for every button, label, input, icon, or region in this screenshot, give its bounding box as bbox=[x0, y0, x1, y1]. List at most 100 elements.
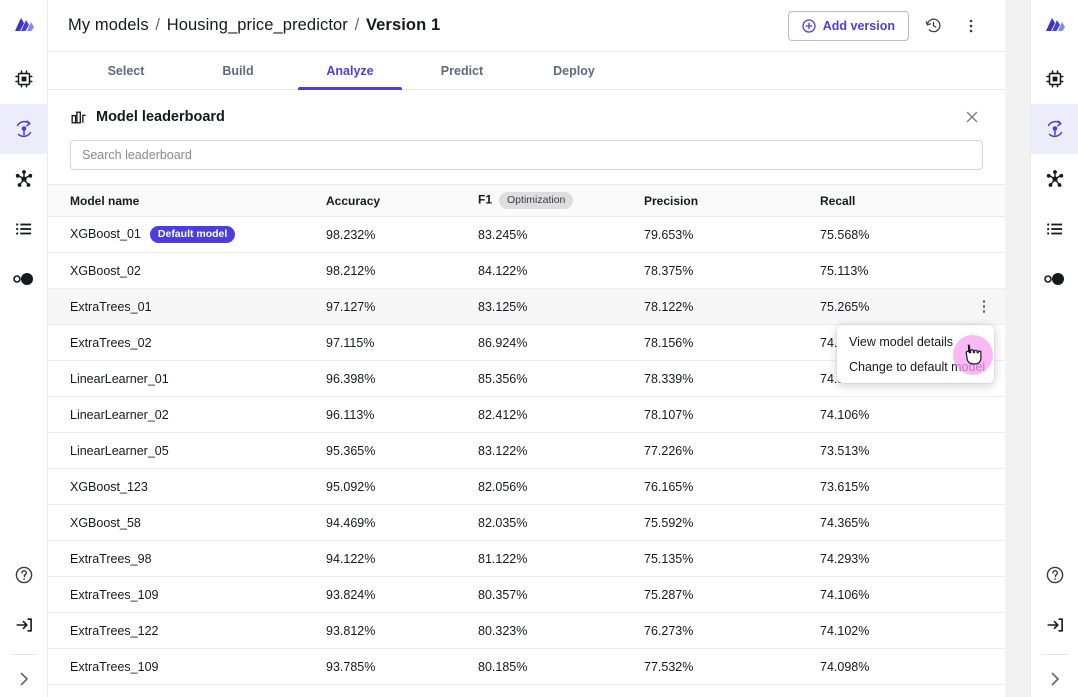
app-logo-icon[interactable] bbox=[1031, 0, 1078, 54]
chip-icon[interactable] bbox=[1031, 54, 1078, 104]
list-icon[interactable] bbox=[0, 204, 48, 254]
cell-model-name: LinearLearner_05 bbox=[48, 432, 326, 469]
chip-icon[interactable] bbox=[0, 54, 48, 104]
table-row[interactable]: ExtraTrees_109 93.785% 80.185% 77.532% 74.09… bbox=[48, 648, 1005, 685]
cell-f1: 86.924% bbox=[478, 324, 644, 361]
tab-build[interactable]: Build bbox=[182, 52, 294, 89]
plus-circle-icon bbox=[802, 18, 816, 33]
cell-model-name: ExtraTrees_98 bbox=[48, 540, 326, 577]
sidebar-item-experiments[interactable] bbox=[1030, 104, 1078, 154]
cell-precision: 76.165% bbox=[644, 468, 820, 505]
more-vertical-icon[interactable] bbox=[957, 12, 985, 40]
cell-precision: 78.339% bbox=[644, 360, 820, 397]
top-bar: My models / Housing_price_predictor / Ve… bbox=[48, 0, 1005, 52]
cell-f1: 83.245% bbox=[478, 216, 644, 253]
help-icon[interactable] bbox=[0, 550, 48, 600]
cell-model-name: LinearLearner_01 bbox=[48, 360, 326, 397]
column-header-precision[interactable]: Precision bbox=[644, 184, 820, 217]
table-row[interactable]: LinearLearner_02 96.113% 82.412% 78.107% 74.… bbox=[48, 396, 1005, 433]
table-row[interactable]: XGBoost_58 94.469% 82.035% 75.592% 74.365% bbox=[48, 504, 1005, 541]
model-name-label: XGBoost_58 bbox=[70, 515, 141, 530]
close-icon[interactable] bbox=[959, 104, 985, 130]
table-header: Model name Accuracy F1 Optimization Preci… bbox=[48, 184, 1005, 217]
cell-recall: 74.293% bbox=[820, 540, 1005, 577]
table-row[interactable]: LinearLearner_05 95.365% 83.122% 77.226% 73.… bbox=[48, 432, 1005, 469]
recall-value: 75.113% bbox=[820, 263, 869, 278]
model-name-label: LinearLearner_05 bbox=[70, 443, 169, 458]
cell-accuracy: 94.122% bbox=[326, 540, 478, 577]
breadcrumb-root[interactable]: My models bbox=[68, 16, 149, 34]
row-more-icon[interactable] bbox=[975, 297, 993, 317]
add-version-label: Add version bbox=[822, 18, 895, 33]
leaderboard-table-container[interactable]: Model name Accuracy F1 Optimization Preci… bbox=[48, 184, 1005, 697]
cell-precision: 78.156% bbox=[644, 324, 820, 361]
cell-precision: 78.122% bbox=[644, 288, 820, 325]
cell-accuracy: 97.127% bbox=[326, 288, 478, 325]
menu-item-change-to-default-model[interactable]: Change to default model bbox=[837, 354, 994, 379]
cell-model-name: ExtraTrees_02 bbox=[48, 324, 326, 361]
table-header-row: Model name Accuracy F1 Optimization Preci… bbox=[48, 184, 1005, 217]
model-name-label: ExtraTrees_109 bbox=[70, 659, 159, 674]
table-row[interactable]: ExtraTrees_98 94.122% 81.122% 75.135% 74.293… bbox=[48, 540, 1005, 577]
column-header-f1[interactable]: F1 Optimization bbox=[478, 184, 644, 217]
cell-model-name: ExtraTrees_109 bbox=[48, 576, 326, 613]
cell-recall: 74.106% bbox=[820, 396, 1005, 433]
right-sidebar-divider bbox=[1041, 654, 1068, 655]
cell-precision: 79.653% bbox=[644, 216, 820, 253]
breadcrumb-current: Version 1 bbox=[365, 16, 441, 34]
model-name-label: LinearLearner_02 bbox=[70, 407, 169, 422]
column-header-f1-label: F1 bbox=[478, 192, 493, 207]
recall-value: 74.106% bbox=[820, 407, 870, 422]
cell-model-name: LinearLearner_02 bbox=[48, 396, 326, 433]
table-row[interactable]: ExtraTrees_01 97.127% 83.125% 78.122% 75.265… bbox=[48, 288, 1005, 325]
network-icon[interactable] bbox=[0, 154, 48, 204]
cell-precision: 75.592% bbox=[644, 504, 820, 541]
search-input[interactable] bbox=[70, 140, 983, 170]
network-icon[interactable] bbox=[1031, 154, 1078, 204]
tab-analyze[interactable]: Analyze bbox=[294, 52, 406, 90]
table-row[interactable]: XGBoost_01 Default model 98.232% 83.245% 79.… bbox=[48, 216, 1005, 253]
cell-precision: 75.287% bbox=[644, 576, 820, 613]
expand-icon[interactable] bbox=[0, 661, 48, 697]
add-version-button[interactable]: Add version bbox=[787, 10, 909, 41]
toggle-icon[interactable] bbox=[0, 254, 48, 304]
recall-value: 74.365% bbox=[820, 515, 870, 530]
tab-predict[interactable]: Predict bbox=[406, 52, 518, 89]
list-icon[interactable] bbox=[1031, 204, 1078, 254]
center-column: My models / Housing_price_predictor / Ve… bbox=[48, 0, 1030, 697]
model-name-label: XGBoost_01 bbox=[70, 226, 141, 241]
breadcrumb-project[interactable]: Housing_price_predictor bbox=[167, 16, 348, 34]
left-sidebar bbox=[0, 0, 48, 697]
column-header-accuracy[interactable]: Accuracy bbox=[326, 184, 478, 217]
tab-select[interactable]: Select bbox=[70, 52, 182, 89]
cell-recall: 73.615% bbox=[820, 468, 1005, 505]
cell-f1: 82.056% bbox=[478, 468, 644, 505]
column-header-model-name[interactable]: Model name bbox=[48, 184, 326, 217]
cell-precision: 78.375% bbox=[644, 252, 820, 289]
toggle-icon[interactable] bbox=[1031, 254, 1078, 304]
model-name-label: ExtraTrees_109 bbox=[70, 587, 159, 602]
cell-accuracy: 93.824% bbox=[326, 576, 478, 613]
tab-deploy[interactable]: Deploy bbox=[518, 52, 630, 89]
sidebar-item-experiments[interactable] bbox=[0, 104, 48, 154]
history-icon[interactable] bbox=[919, 12, 947, 40]
app-logo-icon[interactable] bbox=[0, 0, 48, 54]
cell-model-name: ExtraTrees_01 bbox=[48, 288, 326, 325]
expand-icon[interactable] bbox=[1031, 661, 1078, 697]
cell-accuracy: 93.812% bbox=[326, 612, 478, 649]
signout-icon[interactable] bbox=[1031, 600, 1078, 650]
menu-item-view-model-details[interactable]: View model details bbox=[837, 329, 994, 354]
cell-f1: 80.323% bbox=[478, 612, 644, 649]
recall-value: 74.293% bbox=[820, 551, 870, 566]
model-name-label: XGBoost_123 bbox=[70, 479, 148, 494]
row-context-menu: View model details Change to default mod… bbox=[837, 325, 994, 383]
column-header-recall[interactable]: Recall bbox=[820, 184, 1005, 217]
table-row[interactable]: ExtraTrees_122 93.812% 80.323% 76.273% 74.10… bbox=[48, 612, 1005, 649]
cell-precision: 77.226% bbox=[644, 432, 820, 469]
table-row[interactable]: ExtraTrees_109 93.824% 80.357% 75.287% 74.10… bbox=[48, 576, 1005, 613]
help-icon[interactable] bbox=[1031, 550, 1078, 600]
cell-recall: 74.106% bbox=[820, 576, 1005, 613]
table-row[interactable]: XGBoost_02 98.212% 84.122% 78.375% 75.113% bbox=[48, 252, 1005, 289]
table-row[interactable]: XGBoost_123 95.092% 82.056% 76.165% 73.615% bbox=[48, 468, 1005, 505]
signout-icon[interactable] bbox=[0, 600, 48, 650]
